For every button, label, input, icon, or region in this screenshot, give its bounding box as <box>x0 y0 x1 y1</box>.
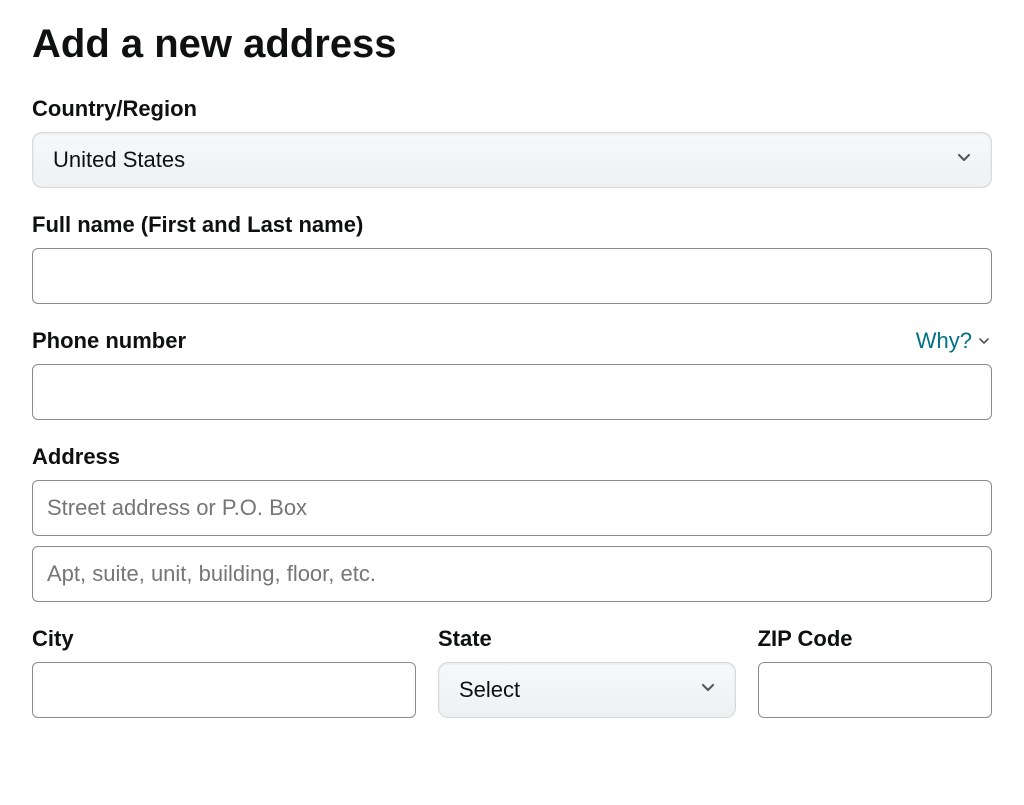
city-state-zip-row: City State Select ZIP Code <box>32 626 992 718</box>
full-name-label: Full name (First and Last name) <box>32 212 992 238</box>
phone-why-text: Why? <box>916 328 972 354</box>
state-group: State Select <box>438 626 736 718</box>
country-region-value: United States <box>53 147 185 173</box>
zip-group: ZIP Code <box>758 626 992 718</box>
full-name-group: Full name (First and Last name) <box>32 212 992 304</box>
full-name-input[interactable] <box>32 248 992 304</box>
zip-label: ZIP Code <box>758 626 992 652</box>
chevron-down-icon <box>976 333 992 349</box>
phone-number-group: Phone number Why? <box>32 328 992 420</box>
country-region-select[interactable]: United States <box>32 132 992 188</box>
phone-number-label: Phone number <box>32 328 186 354</box>
address-label: Address <box>32 444 992 470</box>
phone-why-link[interactable]: Why? <box>916 328 992 354</box>
country-region-group: Country/Region United States <box>32 96 992 188</box>
city-input[interactable] <box>32 662 416 718</box>
country-region-label: Country/Region <box>32 96 992 122</box>
city-label: City <box>32 626 416 652</box>
state-select[interactable]: Select <box>438 662 736 718</box>
address-group: Address <box>32 444 992 602</box>
address-line2-input[interactable] <box>32 546 992 602</box>
zip-input[interactable] <box>758 662 992 718</box>
page-title: Add a new address <box>32 20 992 68</box>
city-group: City <box>32 626 416 718</box>
state-value: Select <box>459 677 520 703</box>
phone-number-input[interactable] <box>32 364 992 420</box>
state-label: State <box>438 626 736 652</box>
address-line1-input[interactable] <box>32 480 992 536</box>
